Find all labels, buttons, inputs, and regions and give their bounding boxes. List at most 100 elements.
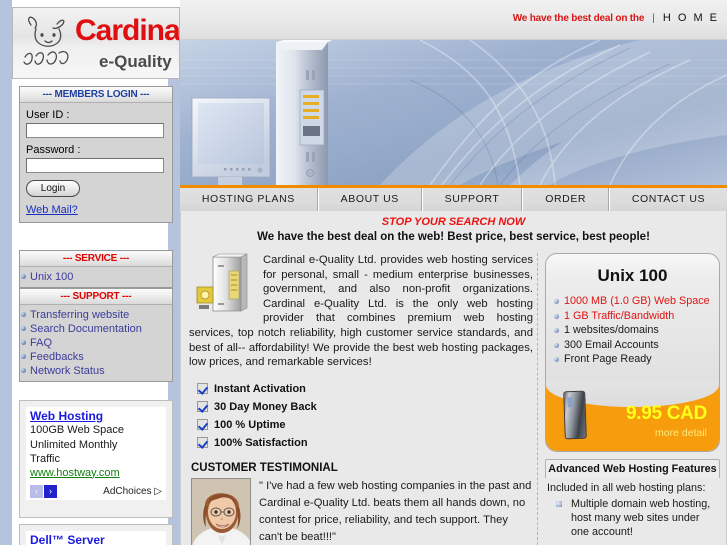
sidebar-item-feedbacks[interactable]: Feedbacks [20,350,172,364]
home-link[interactable]: H O M E [663,12,719,24]
service-list: Unix 100 [20,267,172,287]
support-item-label: Transferring website [30,309,130,321]
password-label: Password : [26,144,81,156]
ad-block-web-hosting: Web Hosting 100GB Web Space Unlimited Mo… [19,400,173,518]
advanced-features-body: Included in all web hosting plans: Multi… [545,478,720,539]
testimonial-quote: " I've had a few web hosting companies i… [259,479,532,543]
left-edge-band [0,0,12,545]
plan-feature-label: 1 GB Traffic/Bandwidth [564,309,675,322]
advanced-features-box: Advanced Web Hosting Features Included i… [545,458,720,539]
bullet-icon [21,354,26,359]
plan-feature-item: Front Page Ready [554,352,719,367]
plan-feature-item: 300 Email Accounts [554,338,719,353]
sidebar-item-transferring-website[interactable]: Transferring website [20,308,172,322]
bullet-icon [21,368,26,373]
testimonial-body: " I've had a few web hosting companies i… [191,477,533,545]
plan-feature-label: 1000 MB (1.0 GB) Web Space [564,295,710,307]
support-panel: --- SUPPORT --- Transferring website Sea… [19,288,173,382]
support-heading: --- SUPPORT --- [20,289,172,305]
testimonial-avatar [191,477,251,545]
sidebar-item-faq[interactable]: FAQ [20,336,172,350]
column-divider [537,253,538,545]
ad-title-link[interactable]: Web Hosting [30,409,162,423]
feature-checklist: Instant Activation 30 Day Money Back 100… [189,380,533,452]
plan-title: Unix 100 [597,266,668,285]
adchoices-triangle-icon: ▷ [154,485,162,497]
banner-graphic [180,40,727,185]
service-panel: --- SERVICE --- Unix 100 [19,250,173,288]
bullet-icon [554,313,559,319]
price-band: 9.95 CAD more detail [546,380,719,451]
members-login-heading: --- MEMBERS LOGIN --- [20,87,172,103]
bullet-icon [556,500,562,507]
plan-feature-label: 300 Email Accounts [564,338,659,351]
plan-feature-item: 1000 MB (1.0 GB) Web Space [554,294,719,309]
plan-feature-item: 1 websites/domains [554,323,719,338]
subheadline: We have the best deal on the web! Best p… [257,231,650,243]
main-column: We have the best deal on the | H O M E H… [180,0,727,545]
ad-footer: ‹ › AdChoices ▷ [30,484,162,498]
support-item-label: Feedbacks [30,351,84,363]
top-tagline: We have the best deal on the [512,12,645,24]
bullet-icon [554,357,559,362]
top-bar-inner: We have the best deal on the | H O M E [513,12,719,24]
ad-url-link[interactable]: www.hostway.com [30,467,162,479]
check-icon [197,401,208,413]
members-login-panel: --- MEMBERS LOGIN --- User ID : Password… [19,86,173,223]
bullet-icon [21,326,26,331]
main-nav: HOSTING PLANS ABOUT US SUPPORT ORDER CON… [180,185,727,214]
userid-input[interactable] [26,123,164,138]
userid-label: User ID : [26,109,70,121]
goat-sketch-icon [23,16,69,65]
bullet-icon [21,274,26,279]
check-icon [197,383,208,395]
adchoices-text: AdChoices [103,485,152,497]
testimonial-title: CUSTOMER TESTIMONIAL [191,461,338,474]
plan-feature-list: 1000 MB (1.0 GB) Web Space 1 GB Traffic/… [546,294,719,375]
sidebar-item-unix-100[interactable]: Unix 100 [20,270,172,284]
plan-card-unix-100[interactable]: Unix 100 1000 MB (1.0 GB) Web Space 1 GB… [545,253,720,452]
bullet-icon [554,328,559,333]
content-columns: Cardinal e-Quality Ltd. provides web hos… [181,253,727,545]
testimonial-block: CUSTOMER TESTIMONIAL " I've had a few we… [189,462,533,545]
ad-line: Unlimited Monthly [30,438,118,451]
members-login-body: User ID : Password : Login Web Mail? [20,103,172,222]
checklist-item: 30 Day Money Back [197,398,533,416]
ad-block-dell-server: Dell™ Server [19,524,173,545]
checklist-item: Instant Activation [197,380,533,398]
hero-banner [180,40,727,185]
logo-tagline-text: e-Quality [99,52,172,71]
checklist-item: 100 % Uptime [197,416,533,434]
login-button[interactable]: Login [26,180,80,197]
left-sidebar: Cardinal e-Quality --- MEMBERS LOGIN ---… [0,0,180,545]
content-right-column: Unix 100 1000 MB (1.0 GB) Web Space 1 GB… [545,253,720,541]
ad-line: Traffic [30,453,60,465]
sidebar-item-network-status[interactable]: Network Status [20,364,172,378]
plan-feature-label: Front Page Ready [564,353,652,365]
ad-inner: Dell™ Server [26,531,166,545]
advanced-feature-item: Multiple domain web hosting, host many w… [547,497,718,539]
ad-next-arrow-icon[interactable]: › [44,484,57,498]
top-separator: | [652,12,655,24]
support-item-label: FAQ [30,337,53,349]
check-icon [197,419,208,431]
support-item-label: Search Documentation [30,323,142,335]
sidebar-item-search-documentation[interactable]: Search Documentation [20,322,172,336]
advanced-feature-label: Multiple domain web hosting, host many w… [571,497,711,538]
content-area: STOP YOUR SEARCH NOW We have the best de… [180,211,727,545]
ad-prev-arrow-icon[interactable]: ‹ [30,484,43,498]
plan-feature-label: 1 websites/domains [564,324,659,336]
webmail-link[interactable]: Web Mail? [26,204,166,216]
support-list: Transferring website Search Documentatio… [20,305,172,381]
more-detail-link[interactable]: more detail [655,427,707,439]
adchoices-label[interactable]: AdChoices ▷ [103,486,162,497]
bullet-icon [21,312,26,317]
intro-block: Cardinal e-Quality Ltd. provides web hos… [189,253,533,370]
checklist-label: 100% Satisfaction [214,436,308,449]
ad-line: 100GB Web Space [30,424,124,436]
site-logo[interactable]: Cardinal e-Quality [12,7,180,79]
password-input[interactable] [26,158,164,173]
bullet-icon [554,299,559,304]
server-tower-icon [196,253,248,312]
ad-title-link[interactable]: Dell™ Server [30,533,162,545]
